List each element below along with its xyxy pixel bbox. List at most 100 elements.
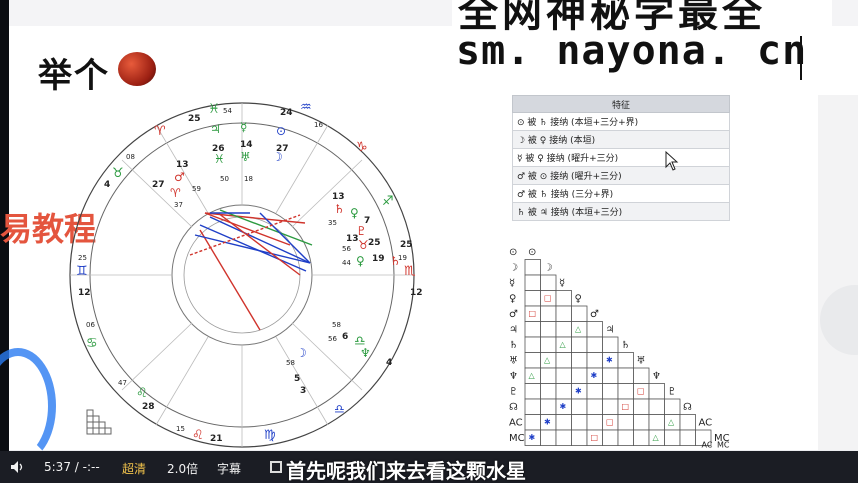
grid-cell <box>524 274 541 291</box>
grid-cell <box>602 336 619 353</box>
grid-diagonal-symbol: ☽ <box>544 263 553 274</box>
volume-icon[interactable] <box>10 460 24 474</box>
grid-cell <box>633 414 650 431</box>
table-cell: ⊙ 被 ♄ 接纳 (本垣+三分+界) <box>512 112 730 131</box>
grid-cell <box>555 429 572 446</box>
degree-label: 5 <box>294 374 300 384</box>
grid-cell <box>602 367 619 384</box>
table-row: ♄ 被 ♃ 接纳 (本垣+三分) <box>512 202 730 221</box>
aspect-mark: △ <box>529 371 536 380</box>
grid-row-symbol: ♇ <box>509 387 518 398</box>
degree-label: 4 <box>104 180 110 190</box>
grid-cell <box>633 367 650 384</box>
degree-label: 18 <box>244 175 253 183</box>
grid-cell <box>540 336 557 353</box>
mars-planet-icon <box>118 52 156 86</box>
degree-label: 14 <box>240 140 253 150</box>
table-row: ⊙ 被 ♄ 接纳 (本垣+三分+界) <box>512 112 730 131</box>
cancer-icon: ♋ <box>86 336 98 351</box>
grid-diagonal-symbol: ♆ <box>652 371 661 382</box>
mouse-cursor-icon <box>665 150 679 171</box>
grid-cell <box>648 414 665 431</box>
grid-cell <box>648 398 665 415</box>
degree-label: 54 <box>223 107 232 115</box>
aspect-mark: ✱ <box>560 402 567 411</box>
grid-cell <box>540 274 557 291</box>
quality-button[interactable]: 超清 <box>122 460 146 477</box>
grid-cell <box>571 429 588 446</box>
mercury-icon: ☿ <box>240 120 247 134</box>
grid-cell <box>586 352 603 369</box>
aspect-mark: △ <box>560 340 567 349</box>
aspect-mark: □ <box>529 309 537 318</box>
node-icon: ♉ <box>358 238 369 252</box>
degree-label: 13 <box>332 192 345 202</box>
grid-row-symbol: ♅ <box>509 356 518 367</box>
right-panel <box>818 95 858 450</box>
degree-label: 25 <box>78 254 87 262</box>
grid-cell <box>540 398 557 415</box>
grid-cell <box>586 336 603 353</box>
degree-label: 58 <box>332 321 341 329</box>
degree-label: 12 <box>410 288 423 298</box>
grid-cell <box>571 352 588 369</box>
table-cell: ☿ 被 ♀ 接纳 (曜升+三分) <box>512 148 730 167</box>
aspect-mark: □ <box>622 402 630 411</box>
degree-label: 13 <box>176 160 189 170</box>
grid-row-symbol: ♀ <box>509 294 516 305</box>
aspect-grid: ⊙ ⊙ ☽ ☽ ☿ ☿ ♀ □ ♀ ♂ □ ♂ ♃ △ ♃ ♄ △ ♄ ♅ △ ✱ ♅ ♆ △ ✱ ♆ ♇ ✱ □ ♇ ☊ ✱ □ ☊ AC ✱ □ △ A… <box>509 247 730 450</box>
leo-icon: ♌ <box>136 386 148 401</box>
table-row: ♂ 被 ⊙ 接纳 (曜升+三分) <box>512 166 730 185</box>
venus-glyph-icon: ♀ <box>356 254 365 268</box>
taurus-icon: ♉ <box>112 166 124 181</box>
grid-cell <box>555 367 572 384</box>
grid-diagonal-symbol: ♂ <box>590 309 599 320</box>
stairs-icon <box>86 409 112 435</box>
grid-diagonal-symbol: ⊙ <box>528 247 536 258</box>
grid-cell <box>524 352 541 369</box>
degree-label: 4 <box>386 358 392 368</box>
degree-label: 59 <box>192 185 201 193</box>
natal-chart: 25 54 24 16 08 4 25 12 06 47 28 15 21 4 … <box>69 100 423 448</box>
degree-label: 56 <box>342 245 351 253</box>
table-cell: ♄ 被 ♃ 接纳 (本垣+三分) <box>512 202 730 221</box>
grid-row-symbol: ⊙ <box>509 247 517 258</box>
grid-cell <box>555 305 572 322</box>
grid-cell <box>540 383 557 400</box>
subtitle-text: 首先呢我们来去看这颗水星 <box>286 459 526 483</box>
neptune-icon: ♓ <box>214 152 225 166</box>
aspect-mark: ✱ <box>529 433 536 442</box>
grid-row-symbol: AC <box>509 418 523 429</box>
grid-cell <box>602 383 619 400</box>
grid-row-symbol: ☽ <box>509 263 518 274</box>
grid-cell <box>555 352 572 369</box>
grid-cell <box>617 367 634 384</box>
aspect-mark: ✱ <box>575 387 582 396</box>
grid-cell <box>555 383 572 400</box>
degree-label: 6 <box>342 332 348 342</box>
grid-cell <box>524 336 541 353</box>
jupiter-icon: ♃ <box>210 122 221 136</box>
grid-cell <box>617 383 634 400</box>
grid-cell <box>571 414 588 431</box>
libra-glyph-icon: ♎ <box>334 402 345 416</box>
virgo-icon: ♌ <box>192 428 204 443</box>
grid-row-symbol: MC <box>509 433 525 444</box>
grid-row-symbol: ♆ <box>509 371 518 382</box>
speed-button[interactable]: 2.0倍 <box>167 460 198 477</box>
grid-cell <box>524 259 541 276</box>
grid-cell <box>648 383 665 400</box>
grid-cell <box>540 429 557 446</box>
fullscreen-icon[interactable] <box>270 461 282 473</box>
degree-label: 08 <box>126 153 135 161</box>
grid-cell <box>586 321 603 338</box>
grid-cell <box>664 398 681 415</box>
grid-row-symbol: ♄ <box>509 340 518 351</box>
captions-button[interactable]: 字幕 <box>217 460 241 477</box>
grid-row-symbol: ♃ <box>509 325 518 336</box>
grid-cell <box>571 367 588 384</box>
grid-cell <box>555 321 572 338</box>
aspect-mark: △ <box>544 356 551 365</box>
degree-label: 12 <box>78 288 91 298</box>
grid-footer-label: AC <box>702 441 713 450</box>
